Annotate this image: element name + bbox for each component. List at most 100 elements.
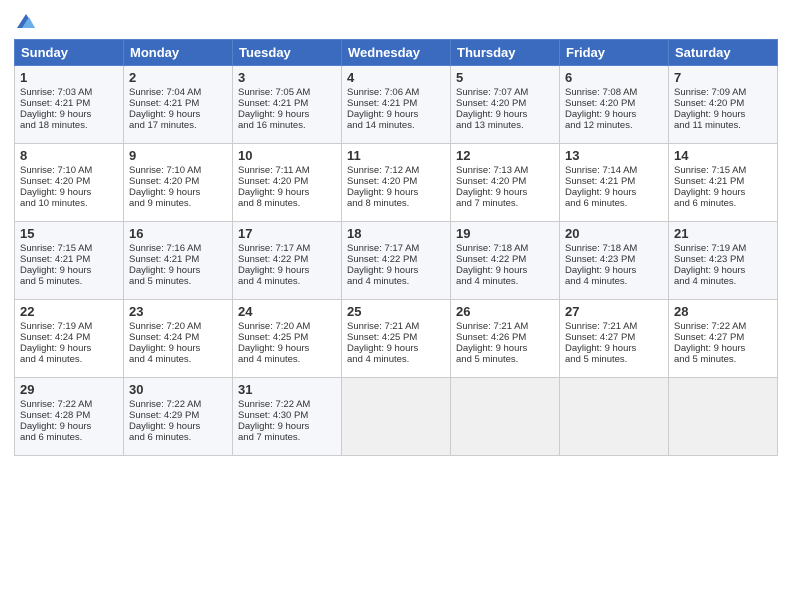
calendar-cell — [669, 378, 778, 456]
cell-line: Sunset: 4:21 PM — [565, 176, 663, 187]
cell-line: Sunrise: 7:20 AM — [238, 321, 336, 332]
cell-line: and 4 minutes. — [674, 276, 772, 287]
cell-line: and 6 minutes. — [674, 198, 772, 209]
header-day-tuesday: Tuesday — [233, 40, 342, 66]
cell-line: Sunrise: 7:05 AM — [238, 87, 336, 98]
day-number: 25 — [347, 304, 445, 319]
cell-line: Sunrise: 7:17 AM — [238, 243, 336, 254]
day-number: 14 — [674, 148, 772, 163]
cell-line: Daylight: 9 hours — [347, 109, 445, 120]
day-number: 20 — [565, 226, 663, 241]
calendar-cell: 3Sunrise: 7:05 AMSunset: 4:21 PMDaylight… — [233, 66, 342, 144]
cell-line: Daylight: 9 hours — [565, 343, 663, 354]
cell-line: and 7 minutes. — [456, 198, 554, 209]
day-number: 24 — [238, 304, 336, 319]
calendar-cell: 4 Sunrise: 7:06 AMSunset: 4:21 PMDaylight… — [342, 66, 451, 144]
day-number: 21 — [674, 226, 772, 241]
cell-line: and 4 minutes. — [347, 276, 445, 287]
cell-line: Sunrise: 7:22 AM — [674, 321, 772, 332]
day-number: 11 — [347, 148, 445, 163]
cell-line: Sunset: 4:27 PM — [674, 332, 772, 343]
cell-line: Sunset: 4:20 PM — [674, 98, 772, 109]
cell-line: Sunset: 4:21 PM — [238, 98, 336, 109]
day-number: 26 — [456, 304, 554, 319]
cell-line: Daylight: 9 hours — [456, 109, 554, 120]
calendar-body: 1Sunrise: 7:03 AMSunset: 4:21 PMDaylight… — [15, 66, 778, 456]
cell-line: Sunset: 4:22 PM — [238, 254, 336, 265]
cell-line: Sunrise: 7:04 AM — [129, 87, 227, 98]
cell-line: and 8 minutes. — [347, 198, 445, 209]
day-number: 10 — [238, 148, 336, 163]
cell-line: Daylight: 9 hours — [674, 343, 772, 354]
calendar-cell: 18Sunrise: 7:17 AMSunset: 4:22 PMDayligh… — [342, 222, 451, 300]
calendar-cell: 6Sunrise: 7:08 AMSunset: 4:20 PMDaylight… — [560, 66, 669, 144]
calendar-cell: 22Sunrise: 7:19 AMSunset: 4:24 PMDayligh… — [15, 300, 124, 378]
cell-line: and 6 minutes. — [129, 432, 227, 443]
cell-line: Sunset: 4:22 PM — [456, 254, 554, 265]
week-row-3: 15Sunrise: 7:15 AMSunset: 4:21 PMDayligh… — [15, 222, 778, 300]
cell-line: Sunset: 4:26 PM — [456, 332, 554, 343]
header — [14, 10, 778, 33]
cell-line: Sunrise: 7:22 AM — [20, 399, 118, 410]
calendar-header: SundayMondayTuesdayWednesdayThursdayFrid… — [15, 40, 778, 66]
day-number: 15 — [20, 226, 118, 241]
cell-line: and 18 minutes. — [20, 120, 118, 131]
cell-line: Daylight: 9 hours — [674, 187, 772, 198]
day-number: 2 — [129, 70, 227, 85]
calendar-cell: 11Sunrise: 7:12 AMSunset: 4:20 PMDayligh… — [342, 144, 451, 222]
cell-line: and 5 minutes. — [565, 354, 663, 365]
cell-line: Daylight: 9 hours — [674, 109, 772, 120]
cell-line: Sunset: 4:28 PM — [20, 410, 118, 421]
cell-line: Daylight: 9 hours — [456, 343, 554, 354]
cell-line: Sunrise: 7:06 AM — [347, 87, 445, 98]
day-number: 28 — [674, 304, 772, 319]
cell-line: and 4 minutes. — [238, 354, 336, 365]
day-number: 18 — [347, 226, 445, 241]
cell-line: Sunset: 4:24 PM — [20, 332, 118, 343]
cell-line: Daylight: 9 hours — [129, 187, 227, 198]
cell-line: Sunrise: 7:21 AM — [456, 321, 554, 332]
cell-line: Sunrise: 7:19 AM — [20, 321, 118, 332]
cell-line: and 8 minutes. — [238, 198, 336, 209]
calendar-cell: 8Sunrise: 7:10 AMSunset: 4:20 PMDaylight… — [15, 144, 124, 222]
cell-line: and 4 minutes. — [129, 354, 227, 365]
day-number: 16 — [129, 226, 227, 241]
cell-line: Sunrise: 7:20 AM — [129, 321, 227, 332]
cell-line: Sunset: 4:21 PM — [129, 98, 227, 109]
cell-line: and 12 minutes. — [565, 120, 663, 131]
cell-line: Sunset: 4:20 PM — [347, 176, 445, 187]
calendar-cell: 15Sunrise: 7:15 AMSunset: 4:21 PMDayligh… — [15, 222, 124, 300]
cell-line: Sunrise: 7:15 AM — [674, 165, 772, 176]
calendar-cell — [560, 378, 669, 456]
cell-line: Sunrise: 7:22 AM — [238, 399, 336, 410]
cell-line: Sunset: 4:20 PM — [20, 176, 118, 187]
cell-line: Daylight: 9 hours — [238, 265, 336, 276]
cell-line: Sunrise: 7:12 AM — [347, 165, 445, 176]
cell-line: Daylight: 9 hours — [456, 265, 554, 276]
calendar-table: SundayMondayTuesdayWednesdayThursdayFrid… — [14, 39, 778, 456]
cell-line: Sunset: 4:25 PM — [347, 332, 445, 343]
cell-line: Sunrise: 7:21 AM — [565, 321, 663, 332]
day-number: 29 — [20, 382, 118, 397]
cell-line: Sunrise: 7:03 AM — [20, 87, 118, 98]
cell-line: and 4 minutes. — [20, 354, 118, 365]
cell-line: and 6 minutes. — [565, 198, 663, 209]
calendar-cell: 5Sunrise: 7:07 AMSunset: 4:20 PMDaylight… — [451, 66, 560, 144]
cell-line: Sunrise: 7:07 AM — [456, 87, 554, 98]
cell-line: Sunset: 4:23 PM — [674, 254, 772, 265]
calendar-cell: 28 Sunrise: 7:22 AMSunset: 4:27 PMDayligh… — [669, 300, 778, 378]
cell-line: Daylight: 9 hours — [238, 421, 336, 432]
week-row-2: 8Sunrise: 7:10 AMSunset: 4:20 PMDaylight… — [15, 144, 778, 222]
day-number: 4 — [347, 70, 445, 85]
cell-line: Sunrise: 7:11 AM — [238, 165, 336, 176]
day-number: 19 — [456, 226, 554, 241]
cell-line: Sunset: 4:21 PM — [347, 98, 445, 109]
cell-line: Sunset: 4:20 PM — [238, 176, 336, 187]
calendar-cell: 24Sunrise: 7:20 AMSunset: 4:25 PMDayligh… — [233, 300, 342, 378]
cell-line: Daylight: 9 hours — [129, 421, 227, 432]
cell-line: and 7 minutes. — [238, 432, 336, 443]
cell-line: Daylight: 9 hours — [129, 265, 227, 276]
cell-line: Daylight: 9 hours — [238, 187, 336, 198]
header-row: SundayMondayTuesdayWednesdayThursdayFrid… — [15, 40, 778, 66]
logo-text — [14, 14, 35, 33]
